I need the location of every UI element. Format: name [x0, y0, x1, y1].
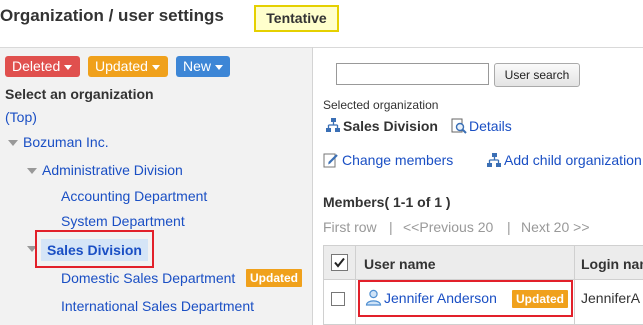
updated-filter-label: Updated	[95, 58, 148, 74]
pager-previous: <<Previous 20	[403, 219, 494, 235]
chevron-down-icon	[215, 64, 224, 70]
details-link[interactable]: Details	[469, 118, 512, 134]
chevron-down-icon	[64, 64, 73, 70]
select-all-checkbox[interactable]	[331, 254, 348, 271]
pane-divider	[312, 47, 313, 325]
new-filter-button[interactable]: New	[176, 56, 230, 77]
selected-organization-name: Sales Division	[343, 118, 438, 134]
pager-separator: |	[507, 219, 511, 235]
highlight-box	[35, 230, 154, 268]
tree-item-system-department[interactable]: System Department	[61, 213, 185, 229]
add-child-organization-icon[interactable]	[486, 152, 502, 168]
members-count-label: Members( 1-1 of 1 )	[323, 194, 451, 210]
organization-icon	[325, 118, 341, 133]
new-filter-label: New	[183, 58, 212, 74]
expand-triangle-icon[interactable]	[8, 140, 18, 146]
column-header-username[interactable]: User name	[364, 256, 436, 272]
user-search-button[interactable]: User search	[494, 63, 580, 87]
expand-triangle-icon[interactable]	[27, 168, 37, 174]
tree-item-accounting-department[interactable]: Accounting Department	[61, 188, 207, 204]
column-divider	[574, 246, 575, 325]
row-checkbox[interactable]	[331, 292, 345, 306]
tree-item-bozuman[interactable]: Bozuman Inc.	[23, 134, 109, 150]
deleted-filter-label: Deleted	[12, 58, 61, 74]
top-link[interactable]: (Top)	[5, 109, 37, 125]
highlight-box	[358, 280, 573, 317]
change-members-link[interactable]: Change members	[342, 152, 453, 168]
edit-icon[interactable]	[323, 152, 339, 168]
tree-item-administrative-division[interactable]: Administrative Division	[42, 162, 183, 178]
updated-tag: Updated	[246, 269, 302, 287]
details-icon[interactable]	[451, 118, 467, 134]
pager-next: Next 20 >>	[521, 219, 590, 235]
select-organization-heading: Select an organization	[5, 86, 154, 102]
tentative-badge: Tentative	[254, 5, 339, 32]
right-pane-top-border	[313, 47, 643, 48]
column-header-login[interactable]: Login name	[581, 256, 643, 272]
user-search-input[interactable]	[336, 63, 489, 85]
updated-filter-button[interactable]: Updated	[88, 56, 168, 77]
tree-item-domestic-sales-department[interactable]: Domestic Sales Department	[61, 270, 235, 286]
login-name-cell: JenniferA	[581, 290, 641, 306]
column-divider	[355, 246, 356, 325]
selected-organization-label: Selected organization	[323, 98, 439, 112]
pager-first-row: First row	[323, 219, 377, 235]
chevron-down-icon	[151, 64, 160, 70]
add-child-organization-link[interactable]: Add child organization	[504, 152, 642, 168]
page-title: Organization / user settings	[0, 6, 224, 25]
deleted-filter-button[interactable]: Deleted	[5, 56, 80, 77]
pager-separator: |	[389, 219, 393, 235]
tree-item-international-sales-department[interactable]: International Sales Department	[61, 298, 254, 314]
